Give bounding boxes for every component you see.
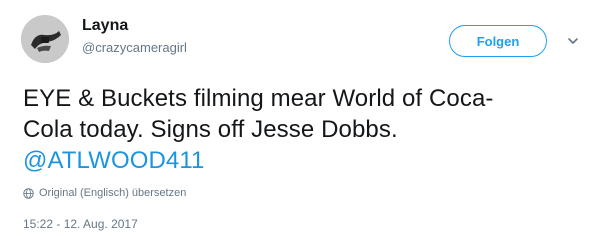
translate-label: Original (Englisch) übersetzen: [39, 187, 187, 199]
display-name[interactable]: Layna: [82, 17, 128, 35]
tweet-text: EYE & Buckets filming mear World of Coca…: [23, 83, 583, 176]
follow-button[interactable]: Folgen: [449, 25, 547, 57]
chevron-down-icon[interactable]: [566, 34, 580, 48]
tweet-text-line: Cola today. Signs off Jesse Dobbs.: [23, 116, 398, 143]
tweet-text-line: EYE & Buckets filming mear World of Coca…: [23, 85, 494, 112]
avatar[interactable]: [21, 15, 69, 63]
user-handle[interactable]: @crazycameragirl: [82, 40, 187, 55]
avatar-photo: [21, 15, 69, 63]
timestamp[interactable]: 15:22 - 12. Aug. 2017: [23, 217, 138, 231]
mention-link[interactable]: @ATLWOOD411: [23, 147, 205, 174]
translate-link[interactable]: Original (Englisch) übersetzen: [23, 187, 186, 199]
globe-icon: [23, 187, 34, 199]
